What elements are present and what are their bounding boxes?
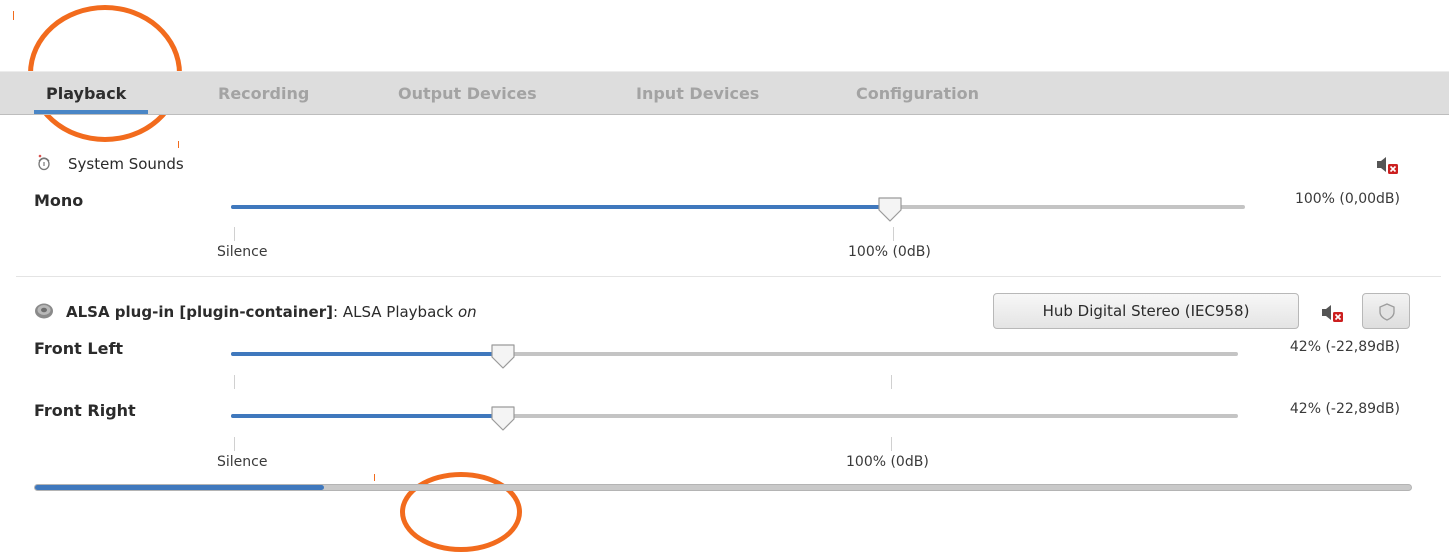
stream-name: ALSA Playback [342, 303, 454, 321]
slider-handle[interactable] [488, 403, 518, 433]
slider-fill [231, 352, 503, 356]
lock-channels-button[interactable] [1362, 293, 1410, 329]
scale-label-silence: Silence [217, 244, 268, 260]
speaker-muted-icon[interactable] [1375, 155, 1399, 175]
channel-label-front-right: Front Right [34, 401, 136, 420]
volume-slider-mono[interactable] [231, 195, 1245, 222]
volume-slider-front-right[interactable] [231, 404, 1238, 431]
stream-heading: ALSA plug-in [plugin-container]: ALSA Pl… [66, 303, 477, 321]
shield-lock-icon [1377, 302, 1397, 326]
client-name: ALSA plug-in [plugin-container] [66, 303, 333, 321]
scale-label-silence: Silence [217, 454, 268, 470]
tab-configuration[interactable]: Configuration [856, 72, 979, 114]
speaker-muted-icon[interactable] [1320, 303, 1344, 323]
speaker-device-icon [34, 302, 54, 320]
volume-slider-front-left[interactable] [231, 342, 1238, 369]
channel-label-mono: Mono [34, 191, 84, 210]
volume-value-mono: 100% (0,00dB) [1294, 191, 1400, 207]
tab-output-devices[interactable]: Output Devices [398, 72, 537, 114]
next-stream-slider[interactable] [34, 484, 1412, 491]
scale-tick-silence [234, 227, 235, 241]
tab-bar: Playback Recording Output Devices Input … [0, 71, 1449, 115]
stream-title: System Sounds [68, 155, 184, 173]
slider-fill [231, 205, 891, 209]
slider-fill [231, 414, 503, 418]
channel-label-front-left: Front Left [34, 339, 124, 358]
volume-value-front-right: 42% (-22,89dB) [1289, 401, 1400, 417]
scale-tick-silence [234, 375, 235, 389]
output-device-button[interactable]: Hub Digital Stereo (IEC958) [993, 293, 1299, 329]
annotation-mark [178, 141, 179, 148]
stream-state: on [458, 303, 477, 321]
scale-tick-full [891, 437, 892, 451]
scale-tick-full [893, 227, 894, 241]
system-sounds-icon [36, 153, 52, 171]
tab-playback[interactable]: Playback [46, 72, 126, 114]
volume-value-front-left: 42% (-22,89dB) [1289, 339, 1400, 355]
scale-tick-silence [234, 437, 235, 451]
slider-handle[interactable] [488, 341, 518, 371]
scale-label-full: 100% (0dB) [848, 244, 931, 260]
slider-fill [35, 485, 324, 490]
slider-handle[interactable] [875, 194, 905, 224]
stream-separator [16, 276, 1441, 277]
scale-label-full: 100% (0dB) [846, 454, 929, 470]
tab-recording[interactable]: Recording [218, 72, 309, 114]
annotation-mark [374, 474, 375, 481]
active-tab-indicator [34, 110, 148, 114]
name-separator: : [332, 303, 339, 321]
scale-tick-full [891, 375, 892, 389]
tab-input-devices[interactable]: Input Devices [636, 72, 759, 114]
annotation-mark [13, 11, 14, 20]
